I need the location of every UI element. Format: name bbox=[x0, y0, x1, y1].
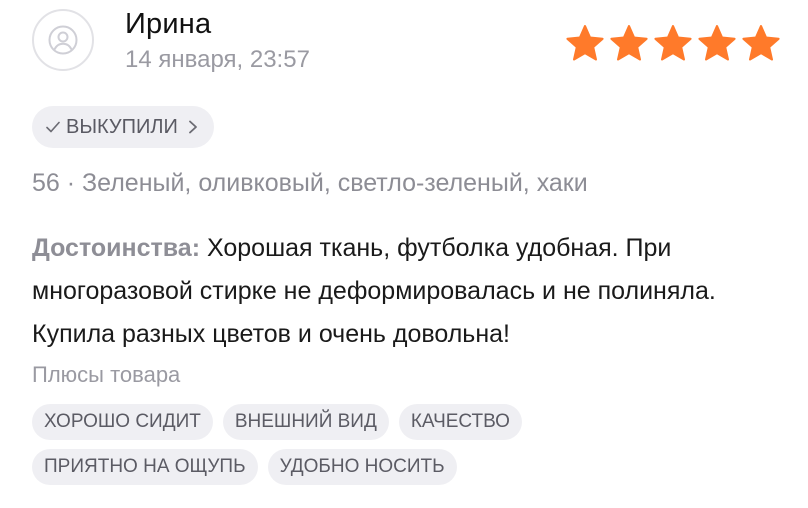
author-name[interactable]: Ирина bbox=[125, 8, 211, 41]
review-card: Ирина 14 января, 23:57 ВЫКУПИЛИ 56 · Зел… bbox=[0, 0, 808, 508]
purchased-badge[interactable]: ВЫКУПИЛИ bbox=[32, 106, 214, 148]
user-icon bbox=[48, 25, 78, 55]
tags-list: ХОРОШО СИДИТ ВНЕШНИЙ ВИД КАЧЕСТВО ПРИЯТН… bbox=[32, 404, 592, 485]
purchased-badge-label: ВЫКУПИЛИ bbox=[66, 115, 178, 138]
pros-section: Достоинства: Хорошая ткань, футболка удо… bbox=[32, 227, 782, 356]
tag-chip[interactable]: ХОРОШО СИДИТ bbox=[32, 404, 213, 440]
product-variant: 56 · Зеленый, оливковый, светло-зеленый,… bbox=[32, 169, 588, 197]
pros-label: Достоинства: bbox=[32, 234, 201, 262]
star-icon bbox=[566, 25, 604, 61]
tag-chip[interactable]: ПРИЯТНО НА ОЩУПЬ bbox=[32, 449, 258, 485]
star-icon bbox=[610, 25, 648, 61]
check-icon bbox=[46, 121, 60, 133]
tag-chip[interactable]: КАЧЕСТВО bbox=[398, 404, 522, 440]
rating-stars bbox=[564, 24, 782, 64]
avatar[interactable] bbox=[32, 9, 94, 71]
star-icon bbox=[698, 25, 736, 61]
tag-chip[interactable]: УДОБНО НОСИТЬ bbox=[267, 449, 457, 485]
tags-heading: Плюсы товара bbox=[32, 362, 181, 387]
chevron-right-icon bbox=[188, 120, 197, 134]
star-icon bbox=[742, 25, 780, 61]
tag-chip[interactable]: ВНЕШНИЙ ВИД bbox=[222, 404, 389, 440]
review-date: 14 января, 23:57 bbox=[125, 46, 310, 73]
star-icon bbox=[654, 25, 692, 61]
